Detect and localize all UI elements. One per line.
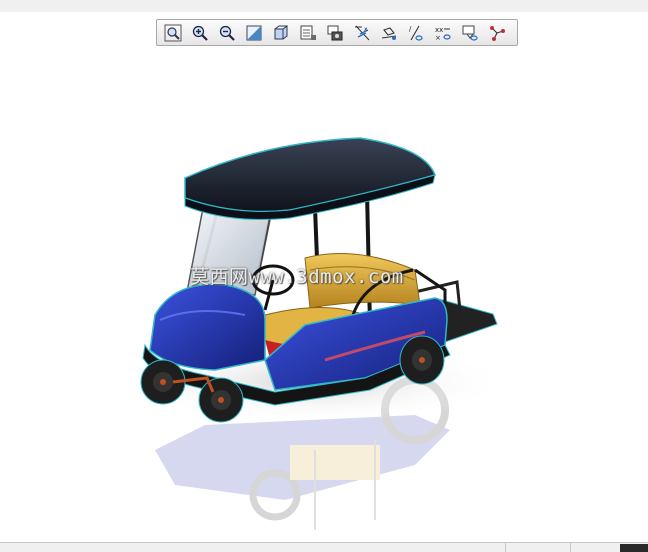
spin-center-icon — [490, 25, 505, 41]
svg-text:×: × — [435, 34, 441, 42]
named-views-icon — [327, 25, 343, 40]
coordinate-systems-icon: xx × — [435, 26, 451, 42]
datum-axes-icon — [381, 26, 397, 40]
view-manager-button[interactable] — [296, 22, 320, 44]
svg-text:x: x — [364, 26, 368, 33]
datum-points-icon: / — [409, 25, 423, 41]
display-style-icon — [274, 24, 288, 39]
view-manager-icon — [300, 25, 316, 40]
named-views-button[interactable] — [323, 22, 347, 44]
zoom-in-button[interactable] — [188, 22, 212, 44]
zoom-in-icon — [192, 25, 208, 41]
watermark-text: 莫西网www.3dmox.com — [190, 266, 404, 288]
view-orientation-icon — [246, 25, 262, 40]
coordinate-systems-button[interactable]: xx × — [431, 22, 455, 44]
datum-planes-icon: x — [355, 25, 370, 40]
rear-right-wheel — [399, 335, 445, 385]
annotation-display-icon — [462, 25, 478, 41]
svg-text:/: / — [409, 25, 412, 33]
view-orientation-button[interactable] — [242, 22, 266, 44]
annotation-display-button[interactable] — [458, 22, 482, 44]
display-style-button[interactable] — [269, 22, 293, 44]
front-right-wheel — [198, 377, 244, 423]
golf-cart-render — [120, 137, 510, 530]
spin-center-button[interactable] — [485, 22, 509, 44]
view-toolbar: x / xx × — [156, 19, 518, 46]
zoom-out-button[interactable] — [215, 22, 239, 44]
zoom-fit-button[interactable] — [161, 22, 185, 44]
datum-points-button[interactable]: / — [404, 22, 428, 44]
zoom-out-icon — [219, 25, 235, 41]
datum-planes-button[interactable]: x — [350, 22, 374, 44]
golf-cart-model[interactable] — [115, 120, 515, 540]
zoom-fit-icon — [164, 24, 182, 41]
svg-text:xx: xx — [435, 26, 443, 34]
datum-axes-button[interactable] — [377, 22, 401, 44]
